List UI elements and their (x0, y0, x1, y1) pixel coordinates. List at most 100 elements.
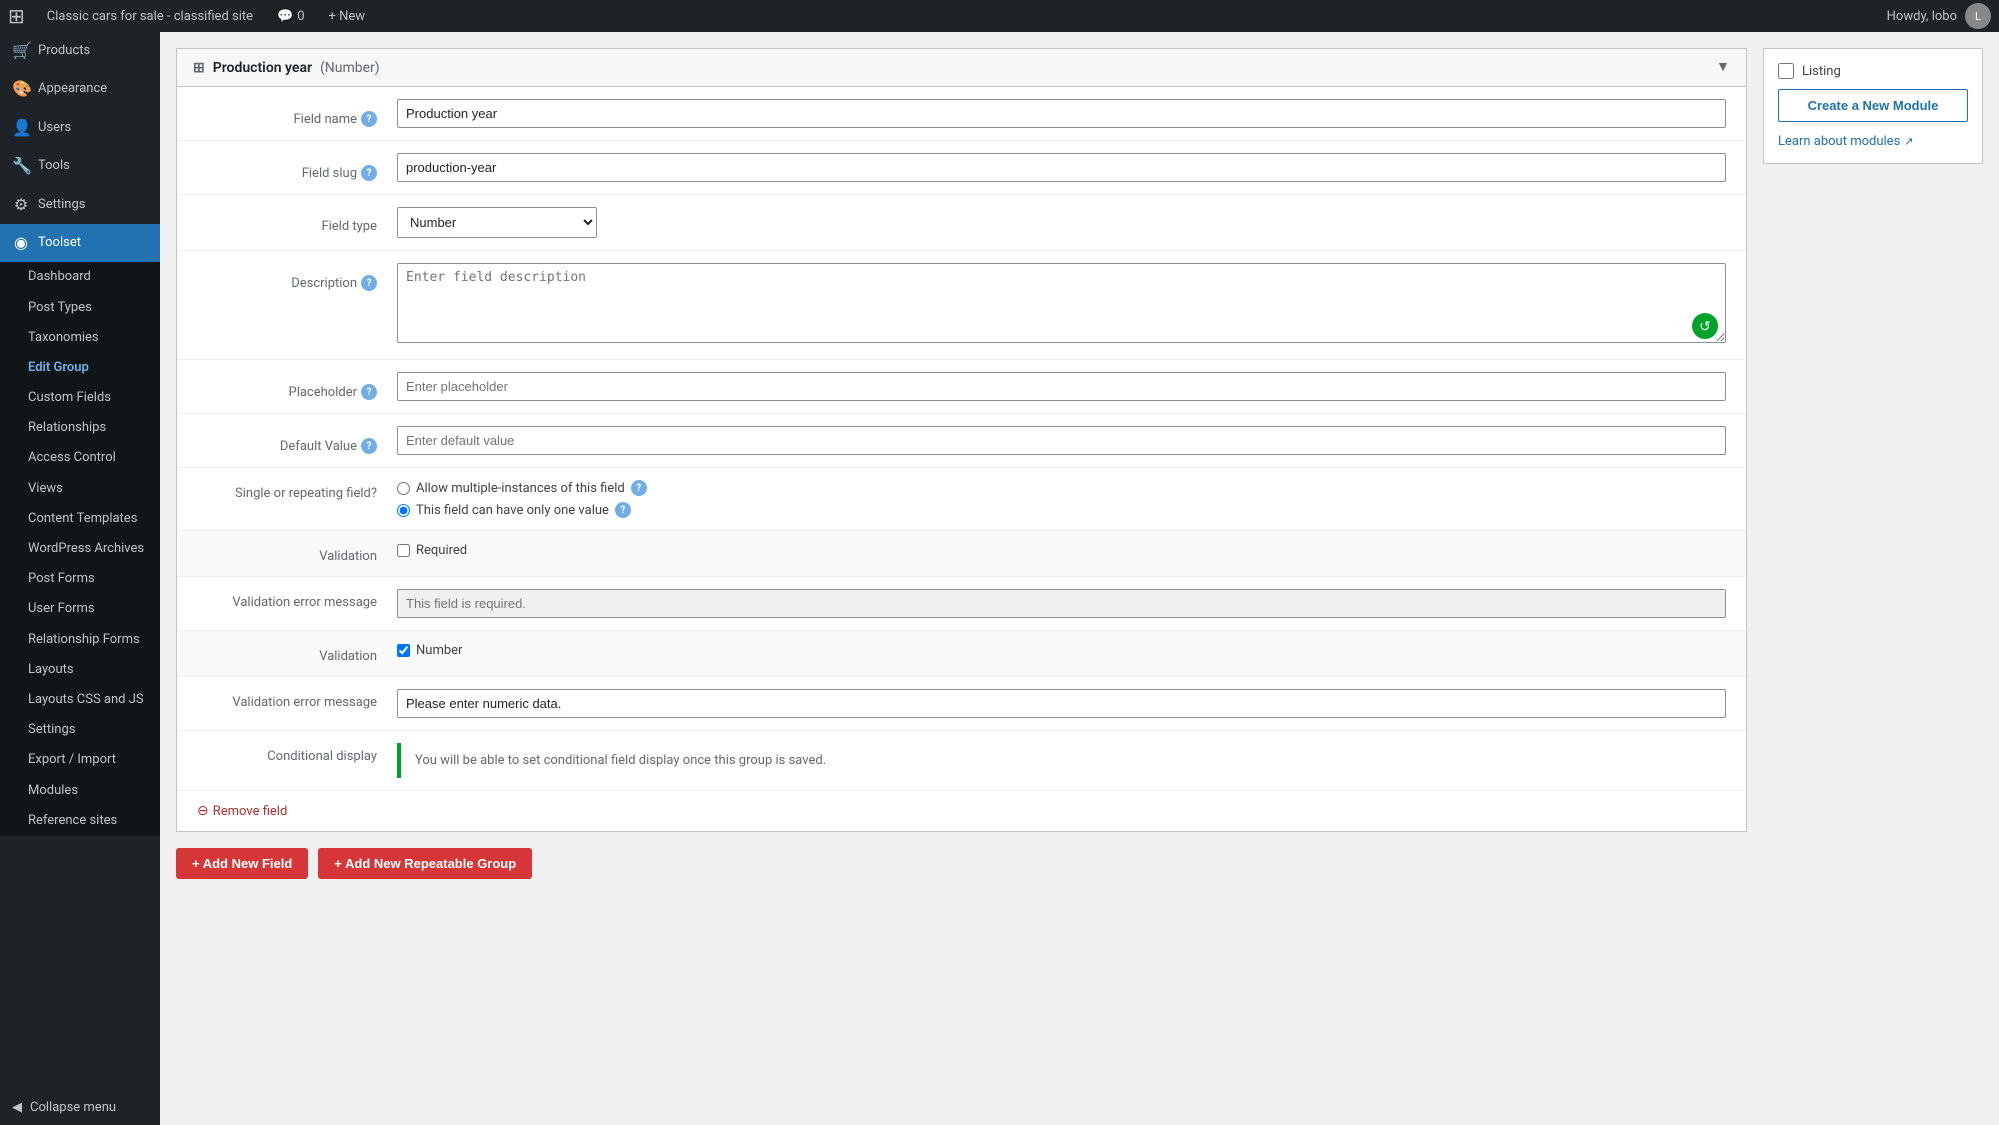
sidebar-item-export-import[interactable]: Export / Import (0, 745, 160, 775)
single-or-repeating-control: Allow multiple-instances of this field ?… (397, 480, 1726, 518)
allow-multiple-help-icon[interactable]: ? (631, 480, 647, 496)
required-checkbox-label[interactable]: Required (397, 543, 1726, 558)
description-textarea[interactable] (397, 263, 1726, 343)
conditional-info: You will be able to set conditional fiel… (397, 743, 1726, 778)
validation-error-2-input[interactable] (397, 689, 1726, 718)
number-checkbox-label[interactable]: Number (397, 643, 1726, 658)
site-name-link[interactable]: Classic cars for sale - classified site (41, 0, 259, 32)
users-icon: 👤 (12, 117, 30, 139)
sidebar-item-views[interactable]: Views (0, 474, 160, 504)
sidebar-item-access-control[interactable]: Access Control (0, 443, 160, 473)
validation-number-row: Validation Number (177, 631, 1746, 677)
sidebar-label-tools: Tools (38, 157, 70, 175)
external-link-icon: ↗ (1904, 135, 1913, 148)
sidebar-item-relationships[interactable]: Relationships (0, 413, 160, 443)
default-value-input[interactable] (397, 426, 1726, 455)
add-new-field-button[interactable]: + Add New Field (176, 848, 308, 879)
sidebar-item-tools[interactable]: 🔧 Tools (0, 147, 160, 185)
post-forms-label: Post Forms (28, 570, 95, 588)
settings-sub-label: Settings (28, 721, 75, 739)
collapse-menu-label: Collapse menu (30, 1100, 116, 1115)
number-checkbox[interactable] (397, 644, 410, 657)
sidebar-item-post-types[interactable]: Post Types (0, 293, 160, 323)
description-help-icon[interactable]: ? (361, 275, 377, 291)
sidebar-item-layouts[interactable]: Layouts (0, 655, 160, 685)
sidebar-item-appearance[interactable]: 🎨 Appearance (0, 70, 160, 108)
sidebar-item-custom-fields[interactable]: Custom Fields (0, 383, 160, 413)
create-module-label: Create a New Module (1808, 98, 1939, 113)
sidebar-item-content-templates[interactable]: Content Templates (0, 504, 160, 534)
placeholder-label-col: Placeholder ? (197, 372, 397, 400)
field-card-header[interactable]: ⊞ Production year (Number) ▲ (177, 49, 1746, 87)
collapse-menu-button[interactable]: ◀ Collapse menu (0, 1090, 160, 1125)
sidebar-item-settings[interactable]: ⚙ Settings (0, 186, 160, 224)
collapse-chevron-icon[interactable]: ▲ (1716, 59, 1730, 76)
listing-checkbox-item: Listing (1778, 63, 1968, 79)
allow-multiple-radio[interactable] (397, 482, 410, 495)
sidebar-item-layouts-css-js[interactable]: Layouts CSS and JS (0, 685, 160, 715)
field-card: ⊞ Production year (Number) ▲ Field name … (176, 48, 1747, 832)
field-name-input[interactable] (397, 99, 1726, 128)
conditional-display-row: Conditional display You will be able to … (177, 731, 1746, 791)
sidebar-item-products[interactable]: 🛒 Products (0, 32, 160, 70)
taxonomies-label: Taxonomies (28, 329, 99, 347)
field-slug-help-icon[interactable]: ? (361, 165, 377, 181)
field-name-control (397, 99, 1726, 128)
dashboard-label: Dashboard (28, 268, 91, 286)
sidebar-item-user-forms[interactable]: User Forms (0, 594, 160, 624)
validation-required-row: Validation Required (177, 531, 1746, 577)
drag-handle-icon: ⊞ (193, 60, 205, 76)
sidebar-item-reference-sites[interactable]: Reference sites (0, 806, 160, 836)
custom-fields-label: Custom Fields (28, 389, 111, 407)
sidebar-item-taxonomies[interactable]: Taxonomies (0, 323, 160, 353)
field-slug-input[interactable] (397, 153, 1726, 182)
sidebar-item-settings-sub[interactable]: Settings (0, 715, 160, 745)
sidebar-item-edit-group[interactable]: Edit Group (0, 353, 160, 383)
field-name-row: Field name ? (177, 87, 1746, 141)
field-card-body: Field name ? Field slug (177, 87, 1746, 831)
allow-multiple-label[interactable]: Allow multiple-instances of this field ? (397, 480, 1726, 496)
field-type-select[interactable]: Number Text Textarea Date (397, 207, 597, 238)
right-panel: Listing Create a New Module Learn about … (1763, 48, 1983, 164)
site-name: Classic cars for sale - classified site (47, 9, 253, 24)
description-refresh-button[interactable]: ↺ (1692, 313, 1718, 339)
layouts-css-js-label: Layouts CSS and JS (28, 691, 144, 709)
wp-logo-icon[interactable]: ⊞ (8, 4, 25, 28)
remove-field-button[interactable]: ⊖ Remove field (177, 791, 307, 831)
appearance-icon: 🎨 (12, 78, 30, 100)
single-or-repeating-label: Single or repeating field? (197, 480, 397, 501)
learn-modules-link[interactable]: Learn about modules ↗ (1778, 134, 1968, 149)
default-value-help-icon[interactable]: ? (361, 438, 377, 454)
new-post-link[interactable]: + New (323, 0, 372, 32)
sidebar: 🛒 Products 🎨 Appearance 👤 Users 🔧 Tools … (0, 32, 160, 1125)
single-value-label[interactable]: This field can have only one value ? (397, 502, 1726, 518)
field-slug-row: Field slug ? (177, 141, 1746, 195)
sidebar-item-wordpress-archives[interactable]: WordPress Archives (0, 534, 160, 564)
post-types-label: Post Types (28, 299, 92, 317)
validation-error-1-input[interactable] (397, 589, 1726, 618)
sidebar-item-dashboard[interactable]: Dashboard (0, 262, 160, 292)
listing-checkbox[interactable] (1778, 63, 1794, 79)
sidebar-item-toolset[interactable]: ◉ Toolset (0, 224, 160, 262)
edit-group-label: Edit Group (28, 359, 89, 377)
field-name-help-icon[interactable]: ? (361, 111, 377, 127)
single-value-help-icon[interactable]: ? (615, 502, 631, 518)
validation-error-2-label: Validation error message (197, 689, 397, 710)
modules-label: Modules (28, 782, 78, 800)
sidebar-item-users[interactable]: 👤 Users (0, 109, 160, 147)
comments-link[interactable]: 💬 0 (271, 0, 311, 32)
add-new-repeatable-button[interactable]: + Add New Repeatable Group (318, 848, 532, 879)
sidebar-label-toolset: Toolset (38, 234, 81, 252)
single-value-radio[interactable] (397, 504, 410, 517)
validation-control: Required (397, 543, 1726, 558)
sidebar-item-relationship-forms[interactable]: Relationship Forms (0, 625, 160, 655)
default-value-label-col: Default Value ? (197, 426, 397, 454)
required-checkbox[interactable] (397, 544, 410, 557)
placeholder-input[interactable] (397, 372, 1726, 401)
sidebar-label-users: Users (38, 119, 71, 137)
placeholder-help-icon[interactable]: ? (361, 384, 377, 400)
admin-bar: ⊞ Classic cars for sale - classified sit… (0, 0, 1999, 32)
create-module-button[interactable]: Create a New Module (1778, 89, 1968, 122)
sidebar-item-post-forms[interactable]: Post Forms (0, 564, 160, 594)
sidebar-item-modules[interactable]: Modules (0, 776, 160, 806)
